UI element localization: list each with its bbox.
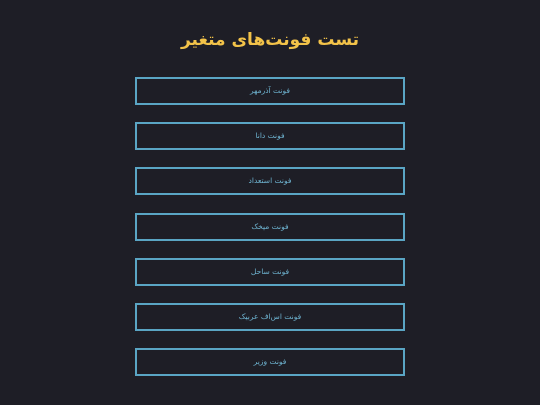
font-button-sahel[interactable]: فونت ساحل (135, 257, 405, 286)
page: تست فونت‌های متغیر فونت آذرمهر فونت دانا… (0, 0, 540, 405)
font-button-dana[interactable]: فونت دانا (135, 122, 405, 151)
font-button-estedad[interactable]: فونت استعداد (135, 167, 405, 196)
font-button-list: فونت آذرمهر فونت دانا فونت استعداد فونت … (135, 77, 405, 393)
font-button-sf-arabic[interactable]: فونت اس‌اف عربیک (135, 302, 405, 331)
font-button-azarmehr[interactable]: فونت آذرمهر (135, 77, 405, 105)
font-button-mikhak[interactable]: فونت میخک (135, 212, 405, 241)
font-button-vazir[interactable]: فونت وزیر (135, 348, 405, 377)
page-title: تست فونت‌های متغیر (180, 30, 359, 50)
